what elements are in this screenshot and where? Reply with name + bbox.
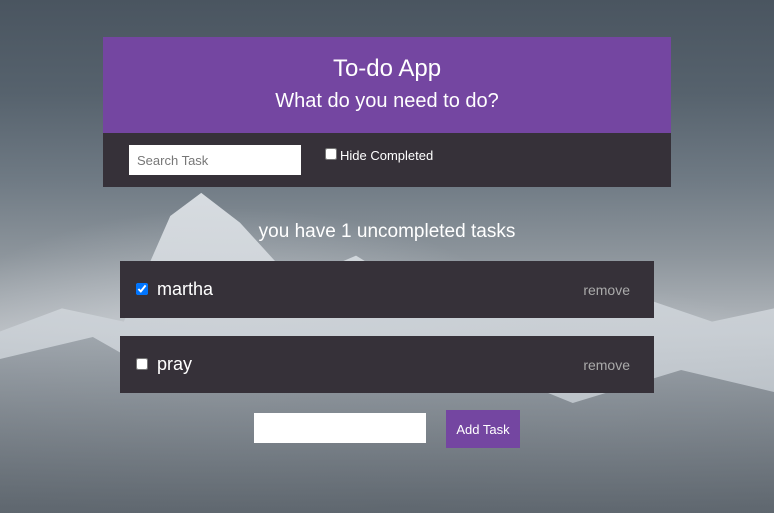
search-input[interactable]: [129, 145, 301, 175]
task-item: pray remove: [120, 336, 654, 393]
task-complete-checkbox[interactable]: [136, 358, 148, 370]
app-title: To-do App: [332, 55, 442, 82]
toolbar: Hide Completed: [103, 133, 671, 187]
task-complete-checkbox[interactable]: [136, 283, 148, 295]
uncompleted-count-text: you have 1 uncompleted tasks: [258, 221, 516, 242]
app-subtitle: What do you need to do?: [275, 90, 499, 112]
app-header: To-do App What do you need to do?: [103, 37, 671, 133]
add-task-button[interactable]: Add Task: [446, 410, 520, 448]
task-name: pray: [157, 354, 193, 374]
task-name: martha: [157, 279, 214, 299]
new-task-input[interactable]: [254, 413, 426, 443]
hide-completed-checkbox[interactable]: [325, 148, 337, 160]
hide-completed-toggle[interactable]: Hide Completed: [325, 148, 433, 163]
remove-task-link[interactable]: remove: [583, 357, 630, 373]
hide-completed-label: Hide Completed: [340, 148, 434, 163]
task-item: martha remove: [120, 261, 654, 318]
remove-task-link[interactable]: remove: [583, 282, 630, 298]
